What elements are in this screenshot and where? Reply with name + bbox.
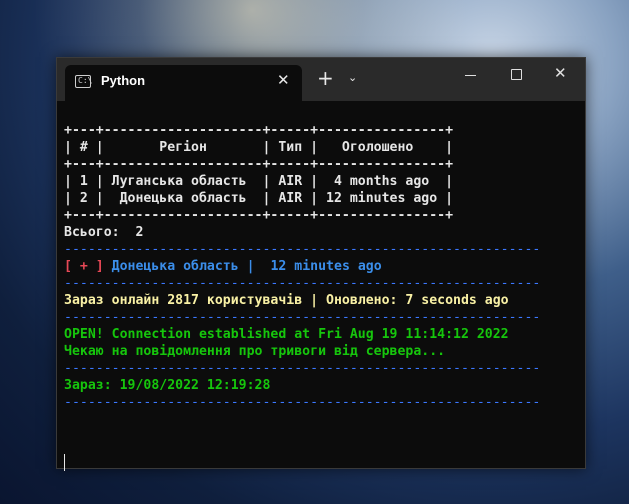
divider: ----------------------------------------… <box>64 310 541 325</box>
alert-line: [ + ] Донецька область | 12 minutes ago <box>64 258 382 275</box>
minimize-icon <box>465 75 476 76</box>
close-window-button[interactable]: ✕ <box>544 58 588 94</box>
terminal-output[interactable]: +---+--------------------+-----+--------… <box>57 101 585 471</box>
table-border-bottom: +---+--------------------+-----+--------… <box>64 208 454 223</box>
table-row: | 1 | Луганська область | AIR | 4 months… <box>64 174 454 189</box>
connection-status: OPEN! Connection established at Fri Aug … <box>64 327 509 342</box>
table-row: | 2 | Донецька область | AIR | 12 minute… <box>64 191 454 206</box>
tab-title: Python <box>101 73 146 88</box>
online-status: Зараз онлайн 2817 користувачів | Оновлен… <box>64 293 509 308</box>
alert-marker: [ + ] <box>64 259 104 274</box>
maximize-button[interactable] <box>498 58 542 94</box>
table-header: | # | Регіон | Тип | Оголошено | <box>64 140 454 155</box>
divider: ----------------------------------------… <box>64 242 541 257</box>
alert-time: 12 minutes ago <box>270 259 382 274</box>
close-icon: ✕ <box>554 64 567 82</box>
divider: ----------------------------------------… <box>64 395 541 410</box>
terminal-window: C:\ Python ✕ + ⌄ ✕ +---+----------------… <box>56 57 586 471</box>
current-time: Зараз: 19/08/2022 12:19:28 <box>64 378 271 393</box>
maximize-icon <box>511 69 522 80</box>
divider: ----------------------------------------… <box>64 361 541 376</box>
minimize-button[interactable] <box>452 58 496 94</box>
alert-region: Донецька область <box>111 259 239 274</box>
alert-separator: | <box>238 259 263 274</box>
tab-python[interactable]: C:\ Python ✕ <box>65 65 302 101</box>
title-bar: C:\ Python ✕ + ⌄ ✕ <box>57 58 585 101</box>
close-tab-icon[interactable]: ✕ <box>277 71 290 89</box>
chevron-down-icon[interactable]: ⌄ <box>348 71 357 85</box>
text-cursor <box>64 454 65 471</box>
new-tab-button[interactable]: + <box>317 67 334 89</box>
total-count: Всього: 2 <box>64 225 144 240</box>
terminal-icon: C:\ <box>75 75 92 88</box>
table-border-top: +---+--------------------+-----+--------… <box>64 123 454 138</box>
waiting-status: Чекаю на повідомлення про тривоги від се… <box>64 344 446 359</box>
table-border-mid: +---+--------------------+-----+--------… <box>64 157 454 172</box>
divider: ----------------------------------------… <box>64 276 541 291</box>
